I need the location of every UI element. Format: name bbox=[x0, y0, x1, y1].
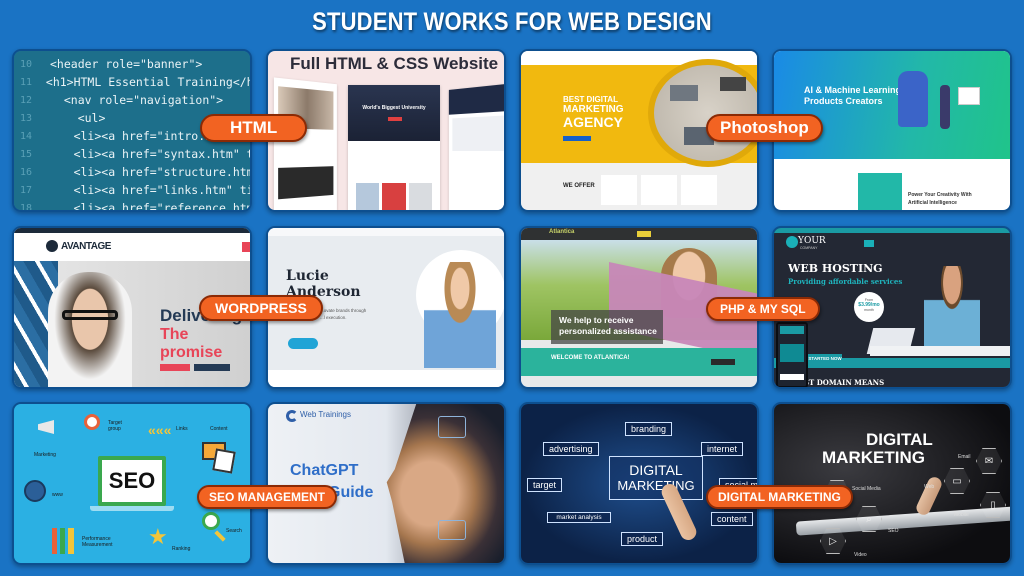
image-content-icon bbox=[212, 448, 236, 474]
mobile-mockup bbox=[776, 322, 808, 387]
line-number: 13 bbox=[20, 112, 33, 124]
feature-card bbox=[858, 173, 902, 210]
line-number: 16 bbox=[20, 166, 33, 178]
code-text: <li><a href="reference.htm" bbox=[32, 201, 252, 212]
line-number: 14 bbox=[20, 130, 33, 142]
nav-active-item bbox=[637, 231, 651, 237]
word-box: content bbox=[711, 512, 753, 526]
badge-seo-management: SEO MANAGEMENT bbox=[197, 485, 338, 509]
code-text: <ul> bbox=[50, 111, 106, 125]
page-title: STUDENT WORKS FOR WEB DESIGN bbox=[312, 8, 712, 36]
badge-wordpress: WORDPRESS bbox=[199, 295, 323, 321]
person-illustration bbox=[940, 85, 950, 129]
line-number: 12 bbox=[20, 94, 33, 106]
megaphone-icon bbox=[38, 420, 54, 434]
target-icon bbox=[84, 414, 100, 430]
links-chevrons-icon: ««« bbox=[148, 422, 172, 438]
badge-html: HTML bbox=[200, 114, 308, 142]
cta-button bbox=[160, 364, 190, 371]
cta-button bbox=[711, 359, 735, 365]
code-line: 15 <li><a href="syntax.htm" ti bbox=[20, 145, 250, 163]
code-line: 10 <header role="banner"> bbox=[20, 55, 250, 73]
word-box: branding bbox=[625, 422, 673, 436]
bar-chart-icon bbox=[52, 528, 74, 554]
price-badge: From $3.99/mo month bbox=[854, 292, 884, 322]
code-line: 12 <nav role="navigation"> bbox=[20, 91, 250, 109]
woman-photo bbox=[424, 262, 496, 368]
code-text: <li><a href="structure.htm" bbox=[32, 165, 252, 179]
cta-button bbox=[563, 136, 591, 141]
tile-heading: Full HTML & CSS Website bbox=[290, 54, 499, 73]
line-number: 11 bbox=[20, 76, 33, 88]
cta-button bbox=[288, 338, 318, 349]
code-text: <h1>HTML Essential Training</h1 bbox=[32, 75, 252, 89]
cta-button bbox=[194, 364, 230, 371]
tile-chatgpt-guide[interactable]: Web Trainings ChatGPT Guide bbox=[266, 402, 506, 565]
website-mockup-center: World's Biggest University bbox=[348, 85, 440, 210]
website-mockup-left bbox=[273, 77, 337, 210]
word-box: market analysis bbox=[547, 512, 611, 523]
logo-icon bbox=[46, 240, 58, 252]
code-text: <li><a href="links.htm" tit bbox=[32, 183, 252, 197]
code-line: 11 <h1>HTML Essential Training</h1 bbox=[20, 73, 250, 91]
word-box: internet bbox=[701, 442, 744, 456]
logo-icon bbox=[786, 236, 798, 248]
line-number: 17 bbox=[20, 184, 33, 196]
nav-active-item bbox=[864, 240, 874, 247]
tile-digital-marketing-concept[interactable]: DIGITAL MARKETING branding advertising i… bbox=[519, 402, 759, 565]
service-card bbox=[681, 175, 717, 205]
woman-photo bbox=[48, 272, 132, 387]
code-text: <nav role="navigation"> bbox=[50, 93, 224, 107]
line-number: 15 bbox=[20, 148, 33, 160]
cta-button: STARTED NOW bbox=[808, 354, 842, 364]
service-card bbox=[601, 175, 637, 205]
code-line: 17 <li><a href="links.htm" tit bbox=[20, 181, 250, 199]
code-text: <header role="banner"> bbox=[50, 57, 203, 71]
word-box: target bbox=[527, 478, 563, 492]
hero-photo bbox=[648, 59, 757, 167]
site-nav-bar bbox=[268, 228, 504, 236]
robot-illustration bbox=[898, 71, 928, 127]
laptop-illustration: SEO bbox=[98, 456, 166, 506]
globe-icon bbox=[24, 480, 46, 502]
line-number: 18 bbox=[20, 202, 33, 212]
website-mockup-right bbox=[448, 83, 504, 210]
code-line: 16 <li><a href="structure.htm" bbox=[20, 163, 250, 181]
badge-php-mysql: PHP & MY SQL bbox=[706, 297, 820, 321]
code-line: 18 <li><a href="reference.htm" bbox=[20, 199, 252, 212]
center-box: DIGITAL MARKETING bbox=[609, 456, 703, 500]
line-number: 10 bbox=[20, 58, 33, 70]
word-box: advertising bbox=[543, 442, 599, 456]
star-icon: ★ bbox=[148, 524, 168, 549]
service-card bbox=[641, 175, 677, 205]
email-icon: ✉ bbox=[976, 448, 1002, 474]
word-box: product bbox=[621, 532, 664, 546]
man-photo bbox=[924, 266, 980, 350]
code-text: <li><a href="syntax.htm" ti bbox=[32, 147, 252, 161]
brand-logo-icon bbox=[286, 410, 298, 422]
tile-seo[interactable]: SEO Marketing Target group ««« Links Con… bbox=[12, 402, 252, 565]
tile-digital-marketing-tablet[interactable]: DIGITAL MARKETING ✉ Email ▭ Web 👍 Social… bbox=[772, 402, 1012, 565]
search-icon bbox=[202, 512, 220, 530]
easel-illustration bbox=[958, 87, 980, 105]
badge-digital-marketing: DIGITAL MARKETING bbox=[706, 485, 853, 509]
badge-photoshop: Photoshop bbox=[706, 114, 823, 142]
web-icon: ▭ bbox=[944, 468, 970, 494]
